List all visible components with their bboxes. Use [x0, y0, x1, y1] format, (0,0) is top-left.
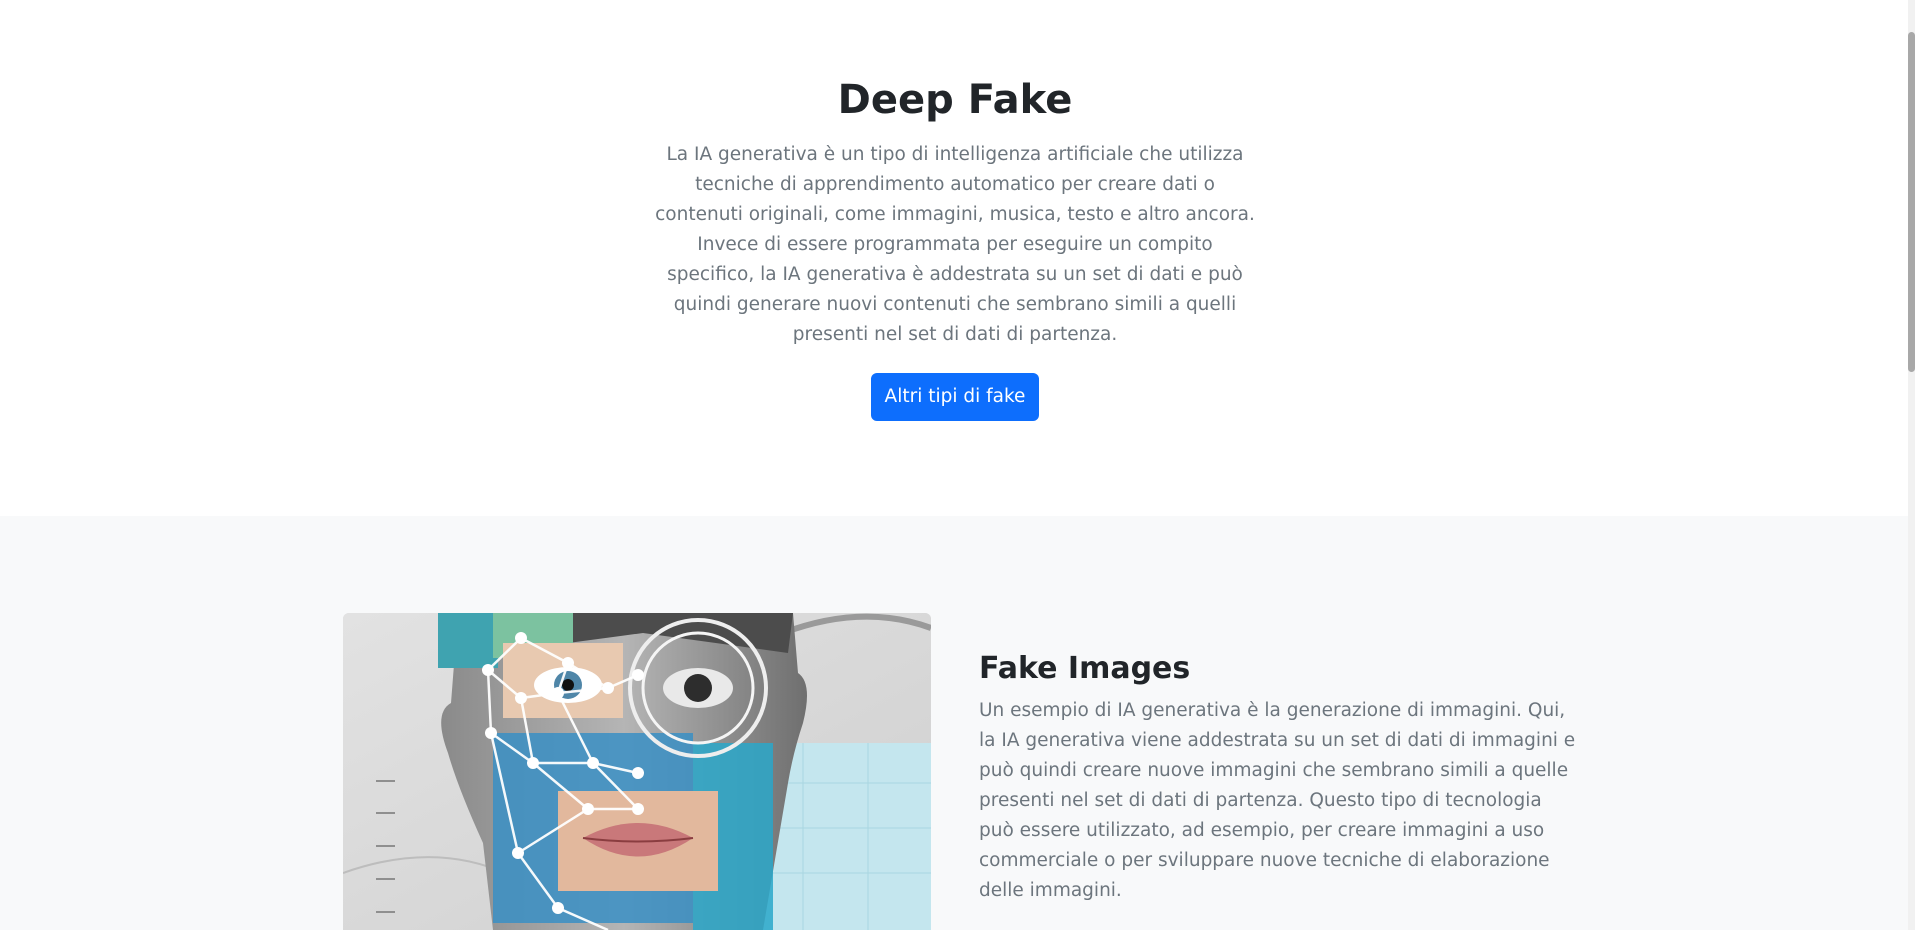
hero-title: Deep Fake [837, 77, 1073, 123]
deepfake-face-image [343, 613, 931, 930]
feature-title: Fake Images [979, 651, 1191, 686]
face-collage-illustration [343, 613, 931, 930]
hero-description: La IA generativa è un tipo di intelligen… [655, 144, 1255, 345]
other-fakes-button[interactable]: Altri tipi di fake [871, 373, 1039, 421]
scrollbar-thumb[interactable] [1908, 32, 1915, 372]
fake-images-section: Fake Images Un esempio di IA generativa … [0, 516, 1910, 930]
page-scrollbar[interactable] [1908, 0, 1915, 930]
feature-description: Un esempio di IA generativa è la generaz… [979, 700, 1576, 901]
hero-section: Deep Fake La IA generativa è un tipo di … [0, 0, 1910, 516]
page: Deep Fake La IA generativa è un tipo di … [0, 0, 1915, 930]
